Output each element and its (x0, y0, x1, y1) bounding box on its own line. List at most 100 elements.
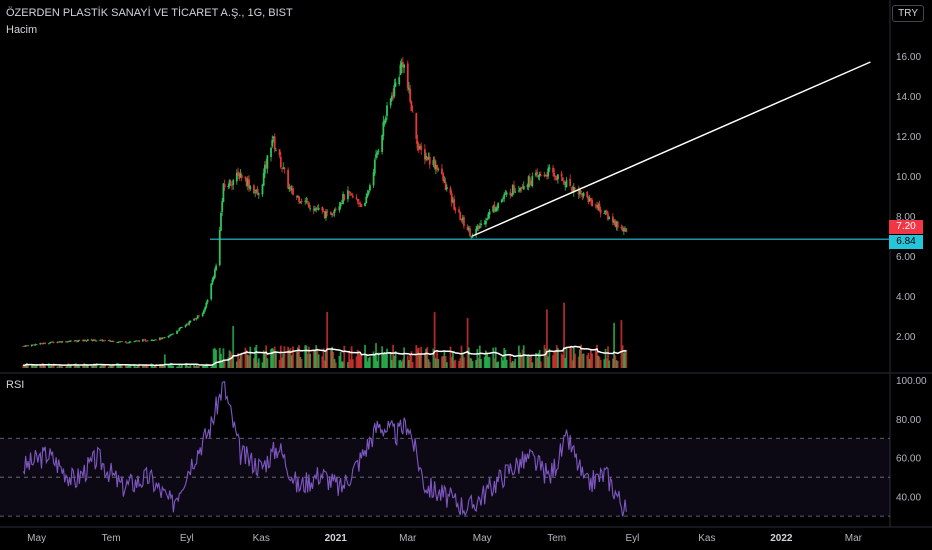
currency-badge[interactable]: TRY (892, 5, 924, 22)
candle-body (488, 211, 491, 215)
volume-bar (411, 362, 414, 368)
volume-bar (454, 359, 457, 368)
candle-body (366, 193, 369, 197)
candle-body (367, 191, 370, 194)
candle-body (625, 228, 628, 233)
candle-body (172, 333, 175, 335)
candle-body (278, 149, 281, 156)
candle-body (350, 193, 353, 195)
candle-body (334, 208, 337, 210)
candle-body (271, 139, 274, 147)
volume-bar (266, 358, 269, 368)
volume-bar (121, 366, 123, 368)
time-tick-label: Tem (547, 533, 566, 544)
candle-body (554, 176, 557, 177)
chart-canvas[interactable]: 16.0014.0012.0010.008.006.004.002.00100.… (0, 0, 932, 550)
candle-body (453, 199, 456, 210)
candle-body (528, 177, 531, 184)
candle-body (443, 180, 446, 182)
candle-body (163, 337, 166, 339)
candle-body (273, 136, 276, 150)
candle-body (351, 195, 354, 198)
volume-bar (61, 366, 64, 368)
candle-body (552, 167, 554, 173)
candle-body (220, 213, 222, 231)
candle-body (275, 150, 277, 152)
candle-body (338, 206, 341, 211)
candle-body (108, 340, 111, 342)
candle-body (87, 339, 89, 341)
candle-body (442, 173, 445, 181)
time-tick-label: Mar (399, 533, 417, 544)
candle-body (548, 167, 551, 170)
volume-bar (599, 359, 602, 368)
candle-body (406, 63, 409, 88)
volume-bar (505, 359, 508, 368)
candle-body (210, 283, 213, 300)
candle-body (349, 191, 352, 193)
candle-body (459, 212, 462, 221)
time-tick-label: 2022 (770, 533, 793, 544)
candle-body (127, 342, 130, 344)
candle-body (47, 343, 50, 345)
candle-body (35, 344, 38, 346)
candle-body (112, 341, 115, 343)
candle-body (356, 199, 359, 202)
candle-body (299, 201, 302, 203)
symbol-title[interactable]: ÖZERDEN PLASTİK SANAYİ VE TİCARET A.Ş., … (6, 7, 293, 19)
trend-line[interactable] (472, 61, 871, 237)
candle-body (168, 335, 171, 337)
price-tick-label: 4.00 (896, 292, 916, 303)
volume-bar (360, 354, 363, 368)
candle-body (218, 229, 221, 266)
candle-body (389, 98, 392, 106)
time-tick-label: Tem (102, 533, 121, 544)
candle-body (561, 177, 564, 181)
candle-body (91, 340, 94, 342)
price-tick-label: 10.00 (896, 172, 921, 183)
candle-body (240, 174, 243, 178)
candle-body (599, 209, 602, 214)
volume-bar (104, 365, 106, 368)
price-tick-label: 12.00 (896, 132, 921, 143)
candle-body (317, 207, 320, 210)
time-tick-label: 2021 (325, 533, 348, 544)
volume-bar (531, 362, 534, 368)
candle-body (229, 181, 232, 185)
candle-body (283, 167, 286, 170)
candle-body (309, 208, 311, 209)
rsi-legend[interactable]: RSI (6, 379, 24, 391)
volume-bar (249, 346, 252, 368)
candle-body (365, 196, 368, 204)
volume-bar (403, 347, 406, 368)
candle-body (373, 159, 376, 174)
rsi-tick-label: 80.00 (896, 415, 921, 426)
candle-body (364, 202, 366, 207)
candle-body (480, 223, 482, 226)
candle-body (484, 220, 487, 225)
rsi-tick-label: 40.00 (896, 493, 921, 504)
candle-body (384, 117, 387, 123)
price-candles (22, 57, 628, 347)
candle-body (411, 111, 414, 113)
candle-body (289, 186, 292, 190)
candle-body (221, 201, 224, 212)
volume-legend[interactable]: Hacim (6, 24, 37, 36)
candle-body (61, 341, 64, 343)
candle-body (420, 145, 423, 150)
candle-body (616, 221, 619, 228)
candle-body (539, 175, 542, 176)
volume-bar (625, 349, 628, 368)
candle-body (579, 190, 581, 195)
volume-bar (488, 357, 491, 368)
candle-body (333, 209, 336, 213)
candle-body (177, 330, 180, 332)
candle-body (204, 307, 207, 311)
candle-body (326, 211, 329, 213)
volume-bar (369, 356, 371, 368)
volume-bar (317, 354, 320, 368)
volume-bar (283, 346, 286, 368)
price-tick-label: 6.00 (896, 252, 916, 263)
candle-body (497, 203, 500, 209)
candle-body (536, 171, 539, 175)
